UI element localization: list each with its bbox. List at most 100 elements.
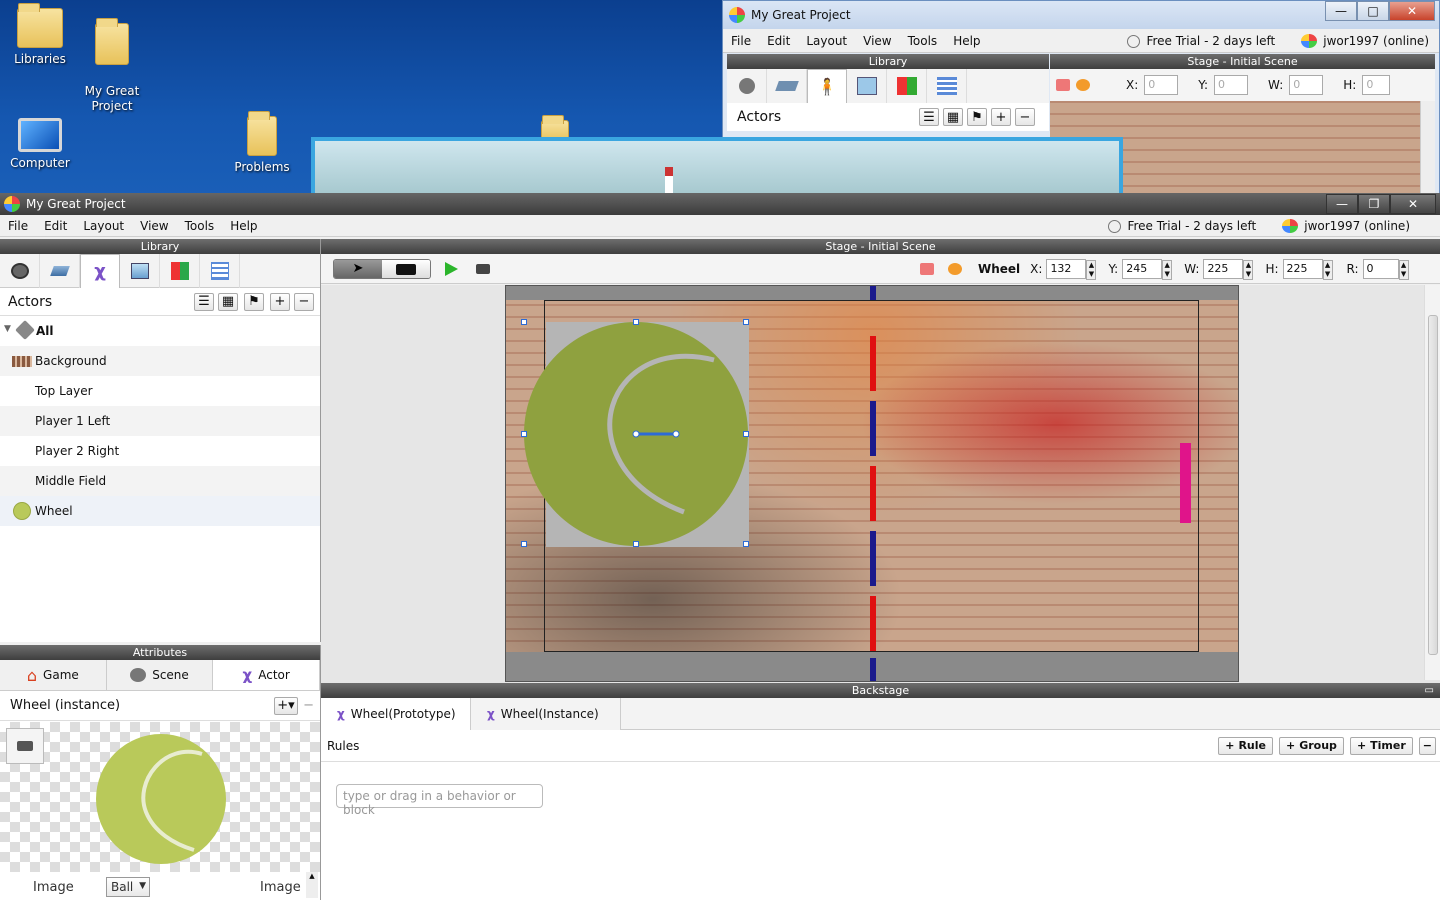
add-timer-button[interactable]: + Timer [1349,736,1413,755]
tab-images[interactable] [847,69,887,103]
trial-status[interactable]: Free Trial - 2 days left [1146,34,1275,48]
list-view-button[interactable]: ☰ [919,108,939,126]
y-spinner[interactable]: ▲ ▼ [1162,259,1173,280]
tab-scenes[interactable] [727,69,767,103]
menu-layout[interactable]: Layout [75,219,132,233]
resize-handle-sw[interactable] [521,541,527,547]
close-button[interactable]: ✕ [1389,1,1435,21]
list-item-all[interactable]: ▼ All [0,316,320,346]
wheel-actor[interactable] [521,319,749,547]
collapse-arrow-icon[interactable]: ▼ [4,324,11,334]
list-view-button[interactable]: ☰ [194,292,214,311]
add-group-button[interactable]: + Group [1279,736,1344,755]
image-preview[interactable] [0,722,320,872]
w-spinner[interactable]: ▲ ▼ [1243,259,1254,280]
menu-edit[interactable]: Edit [759,34,798,48]
h-field[interactable]: 0 [1362,75,1391,95]
remove-actor-button[interactable]: − [294,292,314,311]
main-titlebar[interactable]: My Great Project — ❐ ✕ [0,193,1440,215]
background-window[interactable] [311,137,1123,197]
menu-help[interactable]: Help [945,34,988,48]
list-item-background[interactable]: Background [0,346,320,376]
list-item-player-1-left[interactable]: Player 1 Left [0,406,320,436]
h-field[interactable]: 225 ▲ ▼ [1282,258,1333,280]
image-select[interactable]: Ball ▼ [106,877,150,897]
y-field[interactable]: 245 ▲ ▼ [1122,258,1173,280]
tab-scenes[interactable] [0,254,40,288]
menu-tools[interactable]: Tools [900,34,946,48]
list-item-middle-field[interactable]: Middle Field [0,466,320,496]
grid-view-button[interactable]: ▦ [218,292,238,311]
tab-tables[interactable] [200,254,240,288]
remove-rule-button[interactable]: − [1418,736,1436,755]
add-actor-button[interactable]: + [270,292,290,311]
tab-wheel-prototype[interactable]: χ Wheel(Prototype) [321,698,471,730]
menu-help[interactable]: Help [222,219,265,233]
x-field[interactable]: 132 ▲ ▼ [1046,258,1097,280]
remove-actor-button[interactable]: − [1015,108,1035,126]
back-stage-scrollbar[interactable] [1420,101,1435,197]
desktop-icon-my-great-project[interactable]: My Great Project [72,8,152,129]
w-field[interactable]: 0 [1289,75,1324,95]
h-spinner[interactable]: ▲ ▼ [1322,259,1333,280]
menu-file[interactable]: File [723,34,759,48]
add-attribute-button[interactable]: +▾ [274,696,298,715]
tab-tables[interactable] [927,69,967,103]
desktop-icon-computer[interactable]: Computer [0,118,80,170]
resize-handle-nw[interactable] [521,319,527,325]
tab-actors[interactable]: χ [80,254,120,288]
x-field[interactable]: 0 [1144,75,1179,95]
desktop-icon-problems[interactable]: Problems [222,111,302,174]
menu-edit[interactable]: Edit [36,219,75,233]
add-actor-button[interactable]: + [991,108,1011,126]
scrollbar-thumb[interactable] [1428,315,1438,655]
home-icon[interactable] [1076,79,1090,91]
tag-button[interactable]: ⚑ [967,108,987,126]
menu-view[interactable]: View [855,34,899,48]
minimize-button[interactable]: — [1326,194,1358,214]
behavior-drop-field[interactable]: type or drag in a behavior or block [336,784,543,817]
resize-handle-s[interactable] [633,541,639,547]
remove-attribute-button[interactable]: − [303,698,314,713]
tab-layers[interactable] [767,69,807,103]
list-item-top-layer[interactable]: Top Layer [0,376,320,406]
tab-behaviors[interactable] [887,69,927,103]
tab-images[interactable] [120,254,160,288]
camera-tool-button[interactable] [382,259,430,278]
menu-layout[interactable]: Layout [798,34,855,48]
tab-game[interactable]: ⌂ Game [0,660,107,690]
bookmark-icon[interactable] [1056,79,1070,91]
tab-wheel-instance[interactable]: χ Wheel(Instance) [471,698,621,730]
menu-file[interactable]: File [0,219,36,233]
select-tool-button[interactable]: ➤ [334,259,382,278]
image-edit-button[interactable] [6,728,44,764]
tag-button[interactable]: ⚑ [244,292,264,311]
r-field[interactable]: 0 ▲ ▼ [1362,258,1409,280]
tab-behaviors[interactable] [160,254,200,288]
minimize-button[interactable]: — [1325,1,1357,21]
expand-icon[interactable]: ▭ [1425,683,1434,698]
tab-actors[interactable]: 🧍 [807,69,847,103]
attributes-scrollbar[interactable]: ▲ [306,872,318,898]
user-status[interactable]: jwor1997 (online) [1304,219,1410,233]
trial-status[interactable]: Free Trial - 2 days left [1127,219,1256,233]
player-2-right-paddle[interactable] [1180,443,1191,523]
resize-handle-w[interactable] [521,431,527,437]
stamp-icon[interactable] [476,263,490,274]
tab-layers[interactable] [40,254,80,288]
stage-canvas[interactable] [505,285,1239,682]
bookmark-icon[interactable] [920,262,934,275]
list-item-player-2-right[interactable]: Player 2 Right [0,436,320,466]
y-field[interactable]: 0 [1214,75,1249,95]
restore-button[interactable]: ❐ [1358,194,1390,214]
resize-handle-se[interactable] [743,541,749,547]
resize-handle-e[interactable] [743,431,749,437]
resize-handle-ne[interactable] [743,319,749,325]
desktop-icon-libraries[interactable]: Libraries [0,3,80,66]
tab-scene[interactable]: Scene [107,660,214,690]
list-item-wheel[interactable]: Wheel [0,496,320,526]
close-button[interactable]: ✕ [1390,194,1436,214]
add-rule-button[interactable]: + Rule [1218,736,1273,755]
user-status[interactable]: jwor1997 (online) [1323,34,1429,48]
x-spinner[interactable]: ▲ ▼ [1086,259,1097,280]
